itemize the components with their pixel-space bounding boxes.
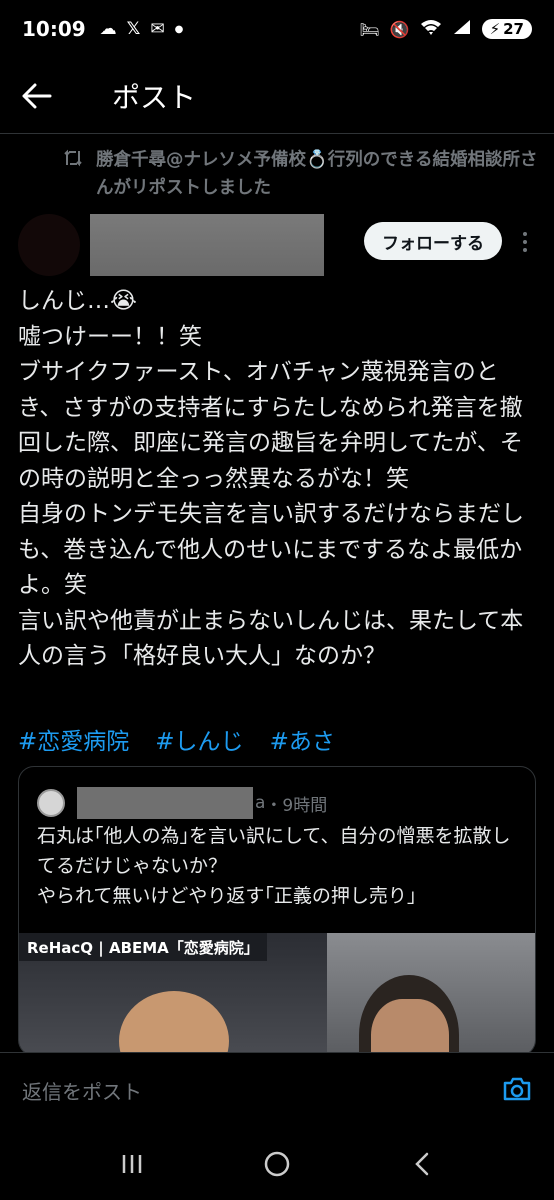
quoted-timestamp: ・9時間 [265, 795, 328, 816]
repost-context[interactable]: 勝倉千尋@ナレソメ予備校💍行列のできる結婚相談所さんがリポストしました [62, 146, 542, 202]
image-caption: ReHacQ | ABEMA「恋愛病院」 [19, 933, 267, 961]
status-bar: 10:09 ☁ 𝕏 ✉ ● 🛏 🔇 ⚡ 27 [0, 0, 554, 58]
cloud-icon: ☁ [99, 19, 117, 39]
wifi-icon [420, 18, 442, 40]
top-app-bar: ポスト [0, 58, 554, 134]
status-time: 10:09 [22, 17, 86, 41]
mail-icon: ✉ [150, 19, 165, 39]
chevron-left-icon [414, 1152, 428, 1176]
follow-button[interactable]: フォローする [364, 222, 502, 260]
mute-icon: 🔇 [389, 19, 410, 39]
battery-level: 27 [503, 20, 524, 38]
repost-icon [62, 148, 84, 202]
x-logo-icon: 𝕏 [126, 19, 141, 39]
home-circle-icon [264, 1151, 290, 1177]
reply-composer: 返信をポスト [0, 1052, 554, 1128]
tweet-text: しんじ…😭 嘘つけーー！！笑 ブサイクファースト、オバチャン蔑視発言のとき、さす… [18, 288, 524, 669]
repost-text: 勝倉千尋@ナレソメ予備校💍行列のできる結婚相談所さんがリポストしました [96, 150, 538, 198]
recent-apps-icon [123, 1155, 142, 1173]
page-title: ポスト [112, 80, 197, 114]
battery-indicator: ⚡ 27 [481, 19, 532, 39]
author-row: フォローする [18, 210, 538, 276]
redacted-author-name [90, 214, 324, 276]
quoted-handle-suffix: a [255, 793, 266, 813]
back-button[interactable] [22, 71, 82, 121]
arrow-left-icon [22, 83, 52, 108]
more-options-icon[interactable] [514, 222, 536, 262]
bed-icon: 🛏 [359, 19, 380, 39]
camera-icon[interactable] [502, 1076, 532, 1106]
hashtag-link[interactable]: #あさ [270, 722, 335, 756]
reply-input[interactable]: 返信をポスト [22, 1076, 142, 1105]
quoted-post-header: a ・9時間 [37, 787, 517, 819]
quoted-post-image[interactable]: ReHacQ | ABEMA「恋愛病院」 [19, 933, 535, 1055]
image-person-right-face [371, 999, 449, 1055]
battery-charging-icon: ⚡ [489, 20, 501, 38]
quoted-post-text: 石丸は｢他人の為｣を言い訳にして、自分の憎悪を拡散してるだけじゃないか？ やられ… [37, 825, 511, 907]
redacted-quoted-author [77, 787, 253, 819]
system-navigation-bar [0, 1128, 554, 1200]
home-button[interactable] [252, 1139, 302, 1189]
hashtag-link[interactable]: #恋愛病院 [18, 722, 129, 756]
avatar[interactable] [18, 214, 80, 276]
system-back-button[interactable] [397, 1139, 447, 1189]
quoted-post-card[interactable]: a ・9時間 石丸は｢他人の為｣を言い訳にして、自分の憎悪を拡散してるだけじゃな… [18, 766, 536, 1056]
dot-icon: ● [174, 23, 184, 35]
recent-apps-button[interactable] [107, 1139, 157, 1189]
signal-icon [452, 18, 472, 40]
hashtag-link[interactable]: #しんじ [155, 722, 243, 756]
quoted-avatar [37, 789, 65, 817]
hashtag-list: #恋愛病院 #しんじ #あさ [18, 722, 335, 756]
